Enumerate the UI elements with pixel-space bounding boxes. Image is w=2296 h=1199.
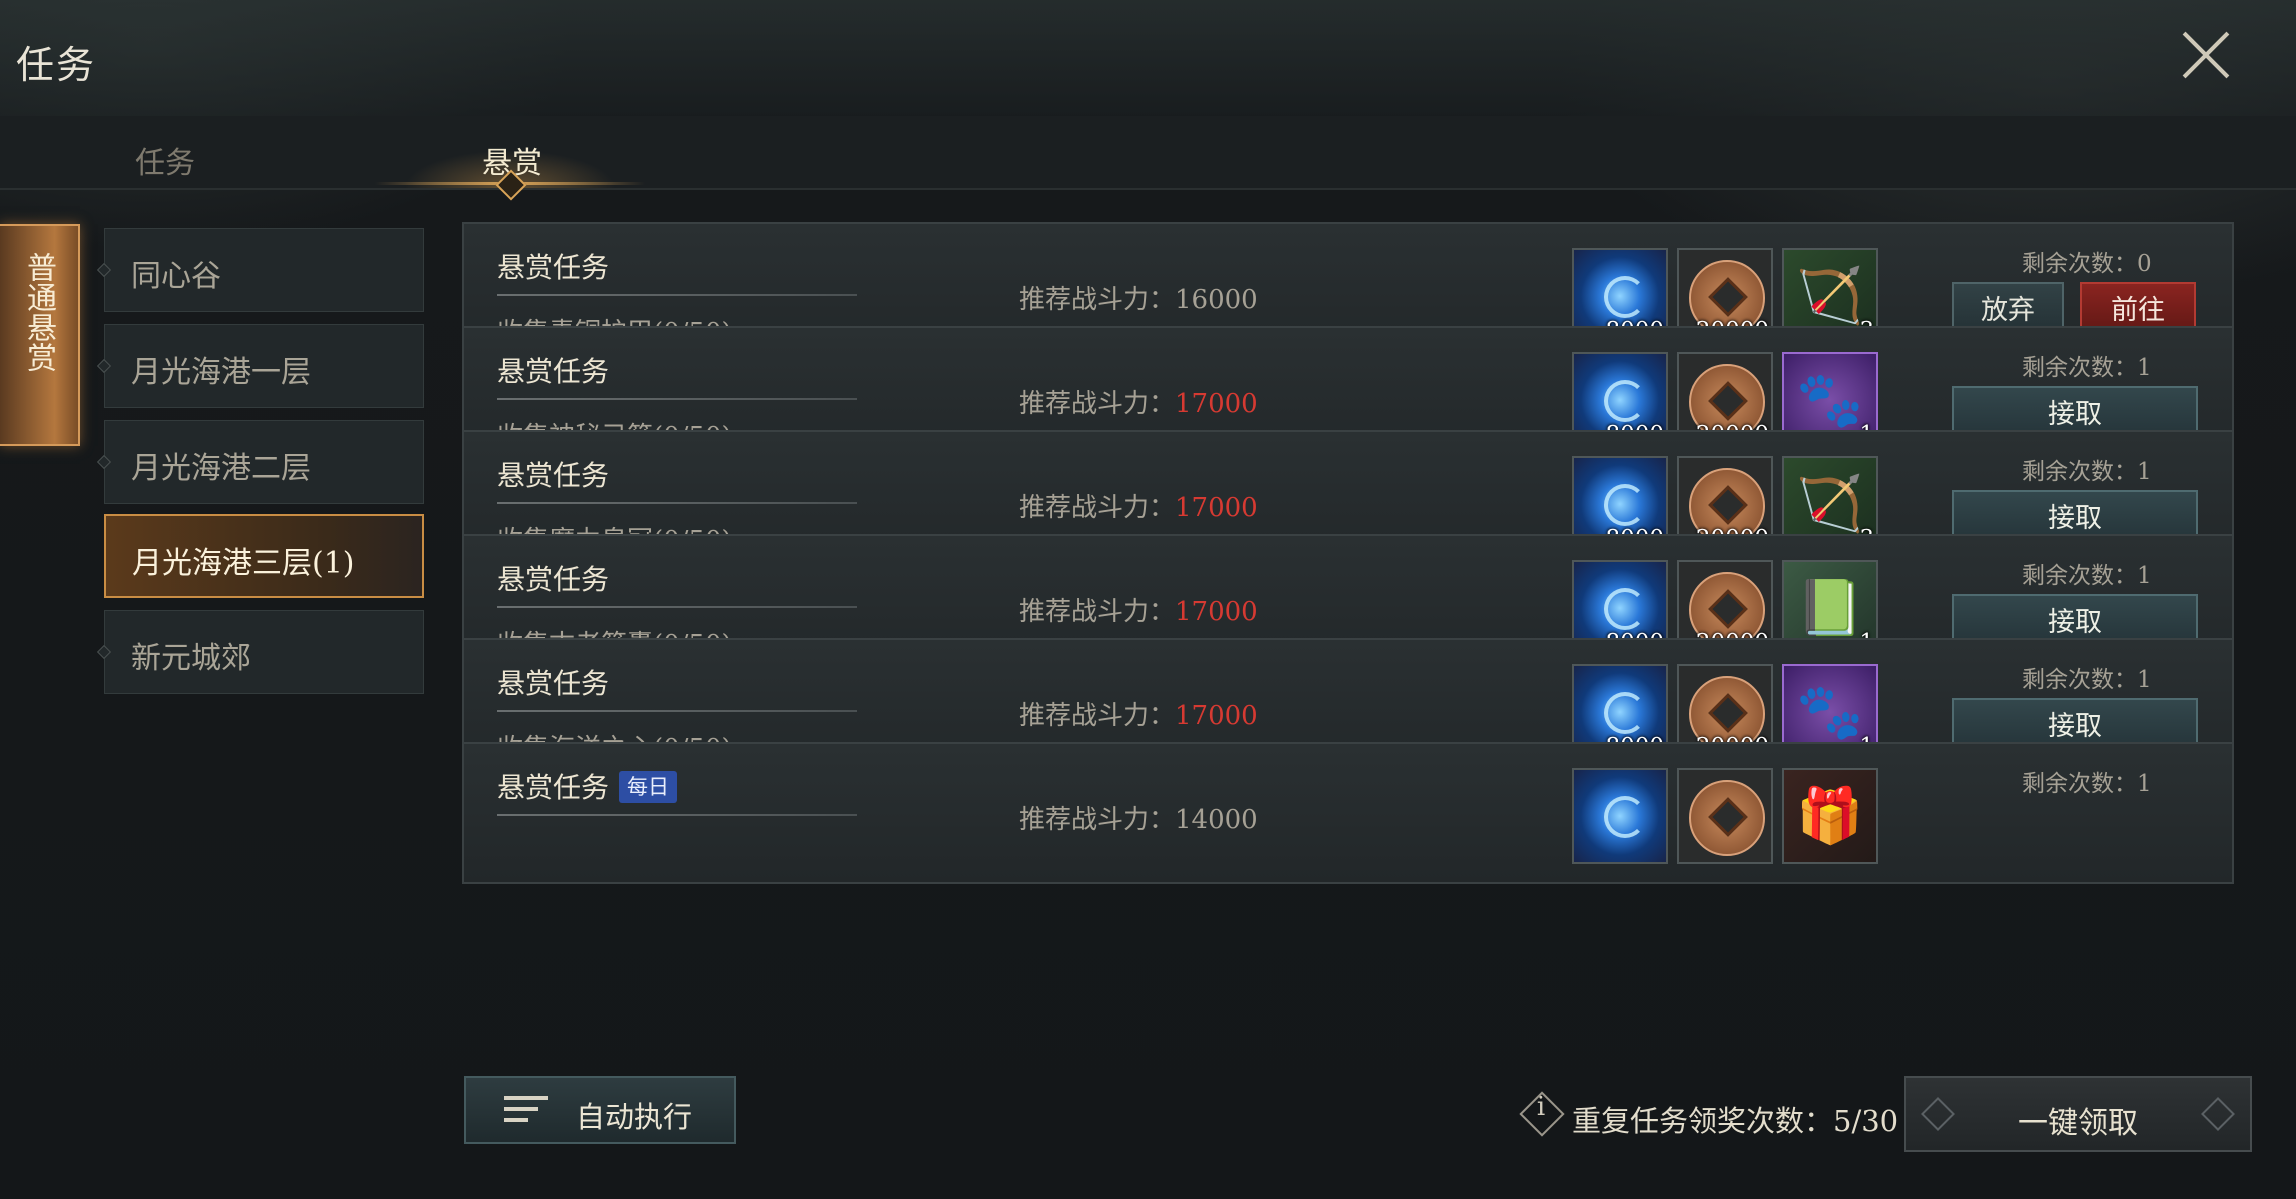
task-title: 悬赏任务 xyxy=(497,563,610,596)
zone-label: 月光海港一层 xyxy=(131,355,311,390)
close-icon[interactable] xyxy=(2180,30,2230,80)
remaining-count: 剩余次数：1 xyxy=(2022,667,2152,693)
power-value: 17000 xyxy=(1175,493,1258,523)
remaining-count: 剩余次数：1 xyxy=(2022,771,2152,797)
auto-run-icon xyxy=(504,1096,548,1126)
remaining-count: 剩余次数：1 xyxy=(2022,563,2152,589)
remaining-count: 剩余次数：1 xyxy=(2022,355,2152,381)
zone-label: 新元城郊 xyxy=(131,641,251,676)
power-value: 17000 xyxy=(1175,389,1258,419)
remaining-count: 剩余次数：0 xyxy=(2022,251,2152,277)
side-tab-normal-bounty[interactable]: 普通悬赏 xyxy=(0,224,80,446)
task-title: 悬赏任务 每日 xyxy=(497,766,678,806)
bounty-task-list[interactable]: 悬赏任务 收集青铜护甲(0/50) 推荐战斗力：16000 8000 20000… xyxy=(462,222,2234,1056)
auto-execute-label: 自动执行 xyxy=(576,1100,693,1134)
zone-label: 同心谷 xyxy=(131,259,221,294)
claim-all-label: 一键领取 xyxy=(2018,1106,2138,1141)
zone-item[interactable]: 月光海港一层 xyxy=(96,324,424,408)
blue-gem-icon[interactable] xyxy=(1572,768,1668,864)
recommended-power: 推荐战斗力：17000 xyxy=(1019,389,1258,419)
zone-label: 月光海港二层 xyxy=(131,451,311,486)
side-tab-label: 普通悬赏 xyxy=(21,252,56,372)
info-glyph: i xyxy=(1536,1092,1546,1122)
remaining-count: 剩余次数：1 xyxy=(2022,459,2152,485)
tab-bar xyxy=(0,116,2296,190)
power-value: 16000 xyxy=(1175,285,1258,315)
recommended-power: 推荐战斗力：17000 xyxy=(1019,597,1258,627)
task-row: 悬赏任务 每日 推荐战斗力：14000 🎁 剩余次数：1 xyxy=(462,742,2234,884)
gift-box-icon[interactable]: 🎁 xyxy=(1782,768,1878,864)
copper-coin-icon[interactable] xyxy=(1677,768,1773,864)
title-divider xyxy=(497,814,857,816)
window-title: 任务 xyxy=(16,43,97,87)
zone-label: 月光海港三层(1) xyxy=(132,546,355,581)
power-value: 14000 xyxy=(1175,805,1258,835)
zone-item[interactable]: 月光海港二层 xyxy=(96,420,424,504)
task-title: 悬赏任务 xyxy=(497,251,610,284)
zone-item-selected[interactable]: 月光海港三层(1) xyxy=(104,514,424,598)
zone-item[interactable]: 新元城郊 xyxy=(96,610,424,694)
power-value: 17000 xyxy=(1175,701,1258,731)
recommended-power: 推荐战斗力：16000 xyxy=(1019,285,1258,315)
zone-item[interactable]: 同心谷 xyxy=(96,228,424,312)
daily-badge: 每日 xyxy=(619,771,678,803)
title-bar: 任务 xyxy=(0,0,2296,116)
title-divider xyxy=(497,710,857,712)
recommended-power: 推荐战斗力：17000 xyxy=(1019,493,1258,523)
task-title: 悬赏任务 xyxy=(497,355,610,388)
power-value: 17000 xyxy=(1175,597,1258,627)
title-divider xyxy=(497,398,857,400)
title-divider xyxy=(497,294,857,296)
title-divider xyxy=(497,502,857,504)
task-title: 悬赏任务 xyxy=(497,459,610,492)
auto-execute-button[interactable]: 自动执行 xyxy=(464,1076,736,1144)
recommended-power: 推荐战斗力：17000 xyxy=(1019,701,1258,731)
recommended-power: 推荐战斗力：14000 xyxy=(1019,805,1258,835)
title-divider xyxy=(497,606,857,608)
task-title: 悬赏任务 xyxy=(497,667,610,700)
tab-tasks[interactable]: 任务 xyxy=(135,138,195,182)
claim-all-button[interactable]: 一键领取 xyxy=(1904,1076,2252,1152)
repeat-reward-count: 重复任务领奖次数：5/30 xyxy=(1572,1104,1899,1138)
